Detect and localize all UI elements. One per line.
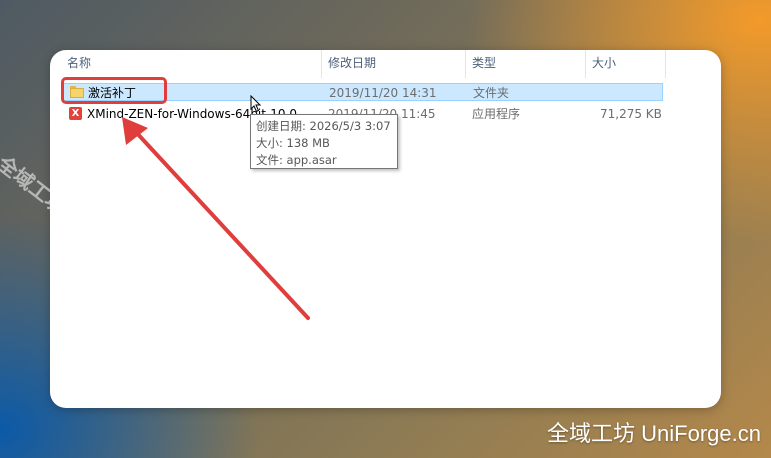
- tooltip-size: 大小: 138 MB: [256, 136, 330, 150]
- column-header-name[interactable]: 名称: [67, 56, 91, 74]
- file-info-tooltip: 创建日期: 2026/5/3 3:07 大小: 138 MB 文件: app.a…: [250, 114, 398, 169]
- column-divider[interactable]: [665, 50, 666, 78]
- annotation-highlight-box: [61, 77, 167, 104]
- file-type: 文件夹: [473, 86, 510, 100]
- file-modified: 2019/11/20 14:31: [329, 86, 437, 100]
- file-size: 71,275 KB: [600, 107, 662, 121]
- column-divider[interactable]: [585, 50, 586, 78]
- file-type: 应用程序: [472, 107, 521, 121]
- xmind-app-icon: X: [69, 107, 82, 120]
- mouse-cursor-icon: [250, 95, 262, 113]
- column-divider[interactable]: [321, 50, 322, 78]
- watermark-corner: 全域工坊 UniForge.cn: [547, 421, 761, 446]
- column-header: ^ 名称 修改日期 类型 大小: [50, 50, 721, 78]
- column-divider[interactable]: [465, 50, 466, 78]
- column-header-modified[interactable]: 修改日期: [328, 56, 376, 74]
- tooltip-files: 文件: app.asar: [256, 153, 337, 167]
- sort-caret-icon: ^: [186, 50, 195, 57]
- column-header-type[interactable]: 类型: [472, 56, 496, 74]
- tooltip-created: 创建日期: 2026/5/3 3:07: [256, 119, 391, 133]
- column-header-size[interactable]: 大小: [592, 56, 616, 74]
